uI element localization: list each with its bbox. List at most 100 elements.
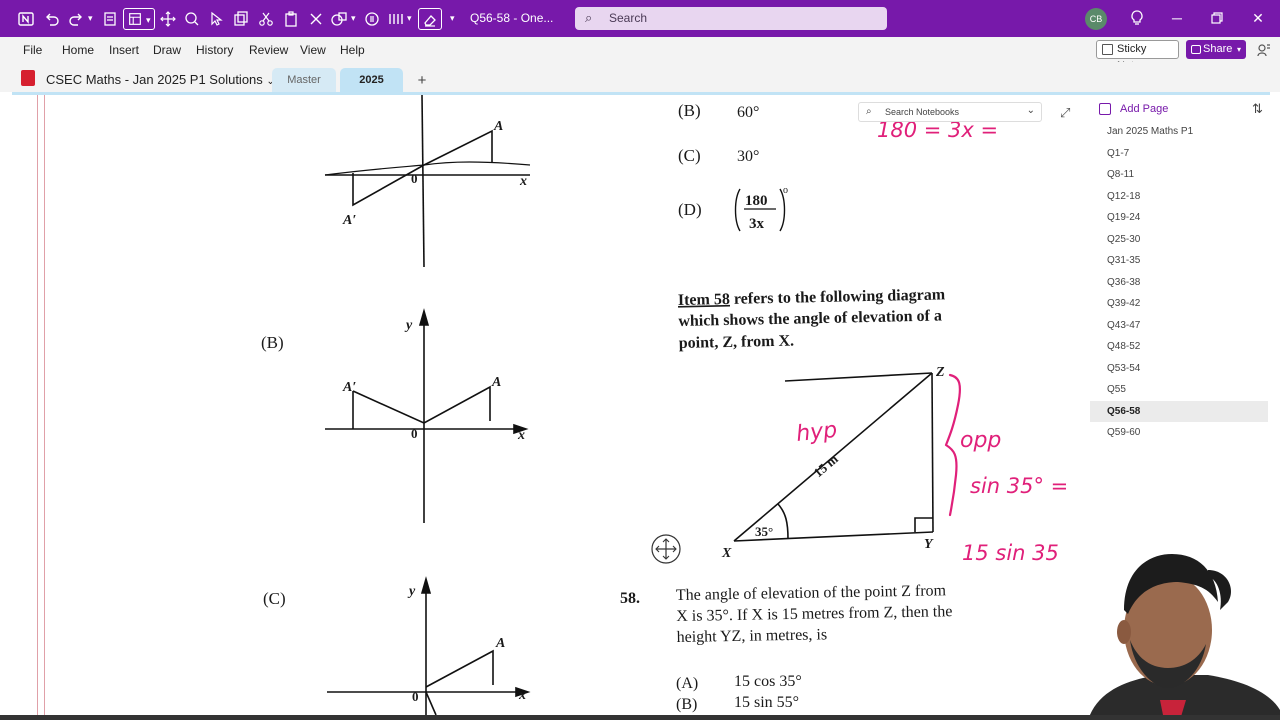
shapes-dropdown-icon[interactable]: ▾: [351, 10, 359, 26]
menu-view[interactable]: View: [300, 43, 326, 57]
option-d-degree: o: [783, 185, 788, 196]
chevron-down-icon[interactable]: ⌄: [1027, 105, 1035, 116]
menu-file[interactable]: File: [23, 43, 42, 57]
add-page-icon: [1099, 103, 1111, 115]
copy-icon[interactable]: [230, 8, 252, 30]
page-item[interactable]: Q48-52: [1090, 336, 1268, 358]
option-b-letter: (B): [678, 101, 701, 120]
notebook-selector[interactable]: CSEC Maths - Jan 2025 P1 Solutions ⌄: [46, 72, 275, 87]
graph-c-origin: 0: [412, 689, 419, 704]
user-avatar[interactable]: CB: [1085, 8, 1107, 30]
ink-replay-icon[interactable]: [361, 8, 383, 30]
paste-icon[interactable]: [280, 8, 302, 30]
menu-insert[interactable]: Insert: [109, 43, 139, 57]
page-item-active[interactable]: Q56-58: [1090, 400, 1268, 422]
graph-c-x-label: x: [518, 688, 526, 703]
menu-help[interactable]: Help: [340, 43, 365, 57]
ribbon-menu: File Home Insert Draw History Review Vie…: [0, 37, 1280, 72]
more-commands-icon[interactable]: ▾: [450, 10, 458, 26]
delete-x-icon[interactable]: [305, 8, 327, 30]
restore-icon[interactable]: [1207, 8, 1227, 28]
menu-history[interactable]: History: [196, 43, 233, 57]
search-notebooks-placeholder: Search Notebooks: [885, 107, 960, 117]
search-notebooks-input[interactable]: ⌕ Search Notebooks ⌄: [858, 102, 1042, 122]
item-58-label: Item 58: [678, 291, 730, 309]
graph-b-origin: 0: [411, 426, 418, 441]
page-view-icon[interactable]: [99, 8, 121, 30]
menu-home[interactable]: Home: [62, 43, 94, 57]
share-dropdown-icon: ▾: [1237, 45, 1242, 54]
item-58-line1: refers to the following diagram: [730, 286, 946, 308]
menu-draw[interactable]: Draw: [153, 43, 181, 57]
question-line2: X is 35°. If X is 15 metres from Z, then…: [676, 603, 952, 625]
graph-b-label-a-prime: A′: [342, 380, 356, 395]
page-item[interactable]: Q53-54: [1090, 358, 1268, 380]
eraser-icon[interactable]: [418, 8, 442, 30]
sticky-notes-button[interactable]: Sticky Notes: [1096, 40, 1179, 72]
add-section-button[interactable]: +: [407, 68, 437, 93]
answer-a-text: 15 cos 35°: [734, 673, 802, 690]
ruler-icon[interactable]: [385, 8, 407, 30]
search-placeholder: Search: [609, 11, 648, 25]
full-page-view-icon[interactable]: ▾: [123, 8, 155, 30]
graph-option-b: [325, 308, 529, 523]
svg-text:Item 58 refers to the followin: Item 58 refers to the following diagram: [678, 286, 946, 309]
tab-2025[interactable]: 2025: [340, 68, 403, 93]
page-item[interactable]: Q8-11: [1090, 164, 1268, 186]
select-pointer-icon[interactable]: [205, 8, 227, 30]
page-item[interactable]: Q25-30: [1090, 229, 1268, 251]
minimize-icon[interactable]: ─: [1167, 8, 1187, 28]
sort-icon[interactable]: ⇅: [1252, 101, 1263, 117]
item-58-line2: which shows the angle of elevation of a: [678, 307, 942, 330]
lightbulb-icon[interactable]: [1127, 8, 1147, 28]
expand-icon[interactable]: ⤢: [1060, 105, 1074, 120]
lasso-icon[interactable]: [181, 8, 203, 30]
question-number: 58.: [620, 590, 640, 607]
close-icon[interactable]: ✕: [1248, 8, 1268, 28]
feedback-icon[interactable]: [1256, 42, 1272, 58]
redo-icon[interactable]: [65, 8, 87, 30]
share-button[interactable]: Share ▾: [1186, 40, 1246, 59]
search-input[interactable]: ⌕ Search: [575, 7, 887, 30]
item-58-reference: Item 58 refers to the following diagram …: [678, 286, 946, 352]
tab-master[interactable]: Master: [272, 68, 336, 93]
answer-a-letter: (A): [676, 675, 698, 692]
scanned-exam-page: A A′ 0 x (B) y A A′ 0 x (C) y A 0 x (B) …: [261, 95, 1068, 715]
webcam-presenter-overlay: [1068, 540, 1280, 720]
page-item[interactable]: Q19-24: [1090, 207, 1268, 229]
ink-opp-note: opp: [960, 428, 1001, 453]
page-item[interactable]: Q43-47: [1090, 315, 1268, 337]
notebook-title: CSEC Maths - Jan 2025 P1 Solutions: [46, 72, 263, 87]
page-item[interactable]: Jan 2025 Maths P1: [1090, 121, 1268, 143]
onenote-window: ▾ ▾ ▾ ▾ ▾ Q56-58 - One... ⌕ Search CB ─ …: [0, 0, 1280, 720]
page-item[interactable]: Q59-60: [1090, 422, 1268, 444]
option-c-letter: (C): [678, 146, 701, 165]
redo-dropdown-icon[interactable]: ▾: [88, 10, 96, 26]
question-58-text: The angle of elevation of the point Z fr…: [676, 582, 953, 646]
page-item[interactable]: Q36-38: [1090, 272, 1268, 294]
ink-brace-stroke: [944, 373, 961, 517]
page-item[interactable]: Q12-18: [1090, 186, 1268, 208]
page-item[interactable]: Q55: [1090, 379, 1268, 401]
move-icon[interactable]: [157, 8, 179, 30]
move-handle-icon[interactable]: [651, 534, 681, 564]
angle-35-label: 35°: [755, 524, 773, 539]
option-c-label: (C): [263, 589, 286, 608]
share-icon: [1191, 45, 1201, 54]
page-item[interactable]: Q31-35: [1090, 250, 1268, 272]
document-title: Q56-58 - One...: [470, 11, 554, 25]
graph-a-origin: 0: [411, 171, 418, 186]
menu-review[interactable]: Review: [249, 43, 288, 57]
vertex-z-label: Z: [935, 365, 945, 380]
page-item[interactable]: Q1-7: [1090, 143, 1268, 165]
notebook-icon: [21, 70, 35, 86]
page-canvas[interactable]: A A′ 0 x (B) y A A′ 0 x (C) y A 0 x (B) …: [12, 95, 1086, 715]
page-item[interactable]: Q39-42: [1090, 293, 1268, 315]
add-page-button[interactable]: Add Page: [1090, 100, 1178, 118]
undo-icon[interactable]: [41, 8, 63, 30]
ruler-dropdown-icon[interactable]: ▾: [407, 10, 415, 26]
cut-icon[interactable]: [255, 8, 277, 30]
shapes-icon[interactable]: [328, 8, 350, 30]
answer-b-text: 15 sin 55°: [734, 694, 799, 711]
graph-a-x-label: x: [519, 174, 527, 189]
